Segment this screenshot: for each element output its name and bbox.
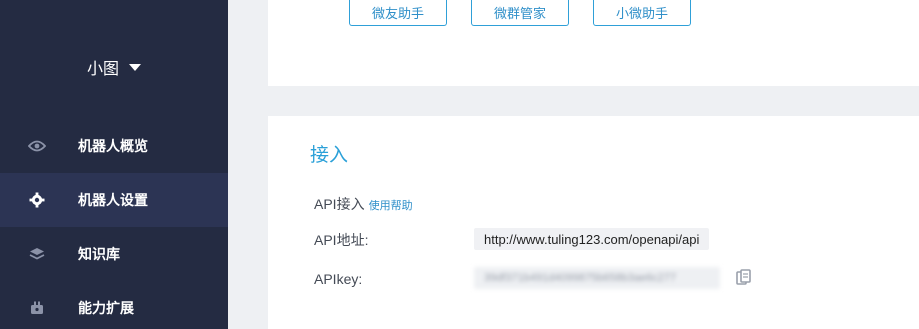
bot-name: 小图 [86, 61, 119, 78]
apikey-label: APIkey: [314, 271, 363, 287]
api-url-value[interactable]: http://www.tuling123.com/openapi/api [474, 228, 710, 250]
sidebar-item-label: 知识库 [78, 246, 120, 262]
sidebar-item-overview[interactable]: 机器人概览 [0, 119, 228, 173]
sidebar-item-label: 能力扩展 [78, 300, 134, 316]
apikey-value: 39df371b491d4099875b658b3ae6c277 [474, 267, 720, 289]
api-access-row: API接入 使用帮助 [314, 194, 413, 214]
sidebar: 小图 机器人概览 机器人设置 知识库 能力扩展 [0, 0, 228, 329]
gear-icon [28, 191, 46, 209]
sidebar-item-knowledge[interactable]: 知识库 [0, 227, 228, 281]
access-card: 接入 API接入 使用帮助 API地址: http://www.tuling123… [268, 116, 919, 329]
copy-icon[interactable] [736, 269, 752, 287]
sidebar-item-settings[interactable]: 机器人设置 [0, 173, 228, 227]
assistant-button[interactable]: 微群管家 [471, 0, 569, 26]
sidebar-item-extensions[interactable]: 能力扩展 [0, 281, 228, 329]
caret-down-icon [129, 64, 141, 71]
api-url-label: API地址: [314, 232, 369, 248]
help-link[interactable]: 使用帮助 [369, 200, 413, 212]
assistant-button[interactable]: 小微助手 [593, 0, 691, 26]
layers-icon [28, 245, 46, 263]
api-access-label: API接入 [314, 196, 365, 212]
sidebar-item-label: 机器人概览 [78, 138, 148, 154]
assistants-card: 微友助手 微群管家 小微助手 [268, 0, 919, 86]
assistant-button[interactable]: 微友助手 [349, 0, 447, 26]
eye-icon [28, 137, 46, 155]
plug-icon [28, 299, 46, 317]
sidebar-item-label: 机器人设置 [78, 192, 148, 208]
section-title: 接入 [310, 145, 349, 166]
bot-switcher[interactable]: 小图 [0, 56, 228, 78]
main-content: 微友助手 微群管家 小微助手 接入 API接入 使用帮助 API地址: http:… [228, 0, 919, 329]
